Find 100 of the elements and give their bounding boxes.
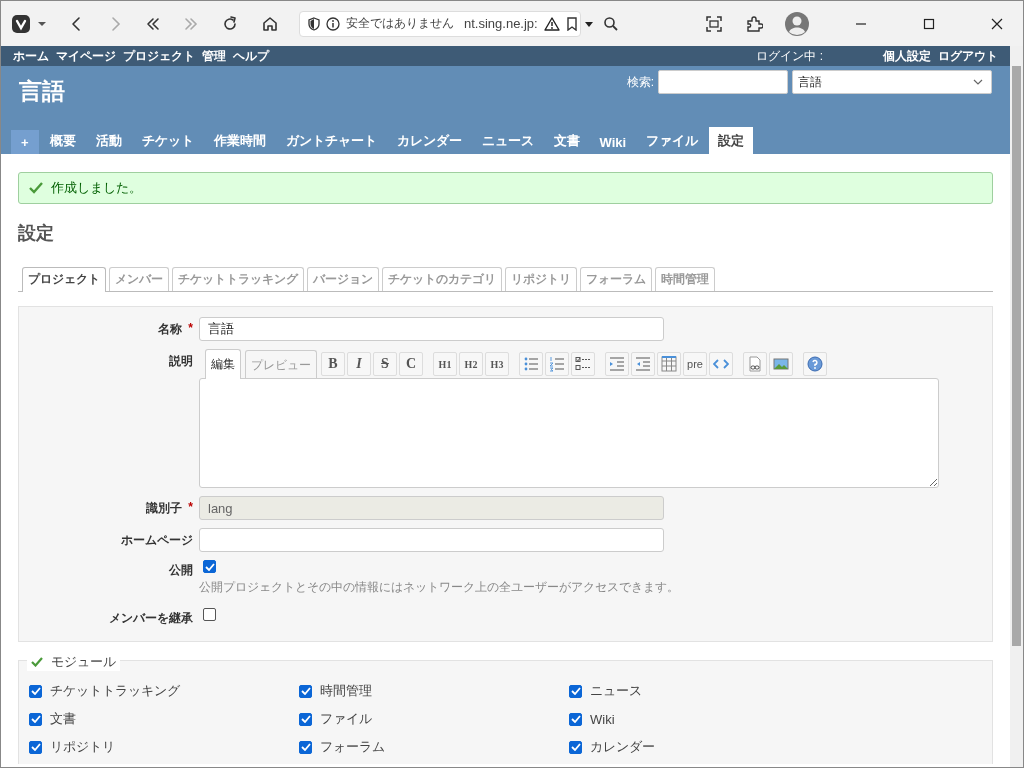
heading-button[interactable]: H1	[433, 352, 457, 376]
text-field[interactable]	[199, 528, 664, 552]
avatar-icon[interactable]	[785, 11, 809, 36]
inline-code-button[interactable]	[709, 352, 733, 376]
checkbox[interactable]	[203, 608, 216, 621]
maximize-icon[interactable]	[923, 17, 935, 30]
tab[interactable]: チケット	[132, 127, 203, 154]
checkbox[interactable]	[203, 560, 216, 573]
field-label: 識別子	[146, 500, 183, 517]
checkbox[interactable]	[299, 740, 312, 754]
scrollbar-thumb[interactable]	[1012, 66, 1021, 646]
table-icon	[661, 356, 677, 372]
field-label: 公開	[169, 562, 193, 579]
checkbox-label: 文書	[50, 710, 76, 728]
checkbox[interactable]	[569, 684, 582, 698]
required-mark: *	[188, 321, 193, 337]
field-label: 名称	[158, 321, 183, 338]
code-button[interactable]: C	[399, 352, 423, 376]
tab[interactable]: 活動	[86, 127, 131, 154]
text-field[interactable]: 言語	[199, 317, 664, 341]
search-field[interactable]	[658, 70, 788, 94]
tab[interactable]: ガントチャート	[276, 127, 386, 154]
heading-button[interactable]: H3	[485, 352, 509, 376]
close-icon[interactable]	[991, 17, 1003, 30]
home-icon[interactable]	[261, 14, 279, 33]
menu-link[interactable]: 個人設定	[883, 47, 931, 65]
checkbox-label: カレンダー	[590, 738, 655, 756]
check-icon[interactable]	[31, 657, 43, 667]
tasks-icon	[575, 356, 591, 372]
tick-icon	[30, 715, 41, 723]
text-field: lang	[199, 496, 664, 520]
field-label: 説明	[169, 353, 193, 370]
search-icon[interactable]	[603, 15, 619, 32]
tick-icon	[204, 562, 215, 571]
heading-button[interactable]: H2	[459, 352, 483, 376]
capture-icon[interactable]	[705, 14, 723, 33]
tick-icon	[300, 743, 311, 751]
tab[interactable]: 文書	[544, 127, 589, 154]
shield-icon[interactable]	[308, 16, 320, 31]
tab[interactable]: 作業時間	[204, 127, 275, 154]
checkbox[interactable]	[569, 712, 582, 726]
bookmark-icon[interactable]	[565, 16, 578, 31]
checkbox[interactable]	[29, 740, 42, 754]
image-button[interactable]	[769, 352, 793, 376]
tab[interactable]: 概要	[40, 127, 85, 154]
italic-button[interactable]: I	[347, 352, 371, 376]
pre-button[interactable]: pre	[683, 352, 707, 376]
reload-icon[interactable]	[221, 14, 239, 33]
search-label: 検索:	[626, 73, 654, 91]
notice-text: 作成しました。	[51, 179, 142, 197]
browser-logo-icon[interactable]	[11, 13, 31, 34]
required-mark: *	[188, 500, 193, 516]
tick-icon	[570, 687, 581, 695]
checkbox-label: Wiki	[590, 711, 615, 727]
menu-link[interactable]: プロジェクト	[123, 47, 195, 65]
info-icon[interactable]	[326, 16, 340, 31]
help-text: 公開プロジェクトとその中の情報にはネットワーク上の全ユーザーがアクセスできます。	[199, 579, 680, 596]
tick-icon	[300, 715, 311, 723]
tick-icon	[570, 743, 581, 751]
help-icon	[807, 356, 823, 372]
bold-button[interactable]: B	[321, 352, 345, 376]
tab[interactable]: 設定	[709, 127, 754, 154]
bullet-list-button[interactable]	[519, 352, 543, 376]
checkbox[interactable]	[29, 684, 42, 698]
strikethrough-button[interactable]: S	[373, 352, 397, 376]
tick-icon	[300, 687, 311, 695]
menu-link[interactable]: ホーム	[13, 47, 49, 65]
menu-link[interactable]: マイページ	[56, 47, 116, 65]
puzzle-icon[interactable]	[745, 14, 763, 33]
scrollbar[interactable]	[1010, 46, 1023, 767]
indent-icon	[609, 356, 625, 372]
rewind-icon[interactable]	[145, 15, 161, 32]
checkbox-label: 時間管理	[320, 682, 372, 700]
attachment-link-button[interactable]	[743, 352, 767, 376]
table-button[interactable]	[657, 352, 681, 376]
checkbox[interactable]	[569, 740, 582, 754]
check-icon	[29, 182, 43, 194]
checkbox[interactable]	[29, 712, 42, 726]
warning-icon	[543, 16, 560, 31]
field-label: メンバーを継承	[109, 610, 193, 627]
task-list-button[interactable]	[571, 352, 595, 376]
tab[interactable]: カレンダー	[387, 127, 471, 154]
tick-icon	[30, 743, 41, 751]
tab[interactable]: ファイル	[637, 127, 708, 154]
tab[interactable]: ニュース	[472, 127, 543, 154]
tick-icon	[570, 715, 581, 723]
menu-link[interactable]: ログアウト	[938, 47, 998, 65]
page-heading: 設定	[18, 222, 55, 245]
menu-link[interactable]: ヘルプ	[233, 47, 269, 65]
checkbox[interactable]	[299, 712, 312, 726]
tab[interactable]: Wiki	[590, 130, 636, 154]
menu-link[interactable]: 管理	[202, 47, 226, 65]
field-label: ホームページ	[121, 532, 193, 549]
tick-icon	[30, 687, 41, 695]
description-field[interactable]	[199, 378, 939, 488]
editor-tab[interactable]: 編集	[205, 349, 241, 379]
project-select[interactable]: 言語	[792, 70, 992, 94]
help-button[interactable]	[803, 352, 827, 376]
checkbox[interactable]	[299, 684, 312, 698]
tab[interactable]: プロジェクト	[22, 267, 106, 292]
